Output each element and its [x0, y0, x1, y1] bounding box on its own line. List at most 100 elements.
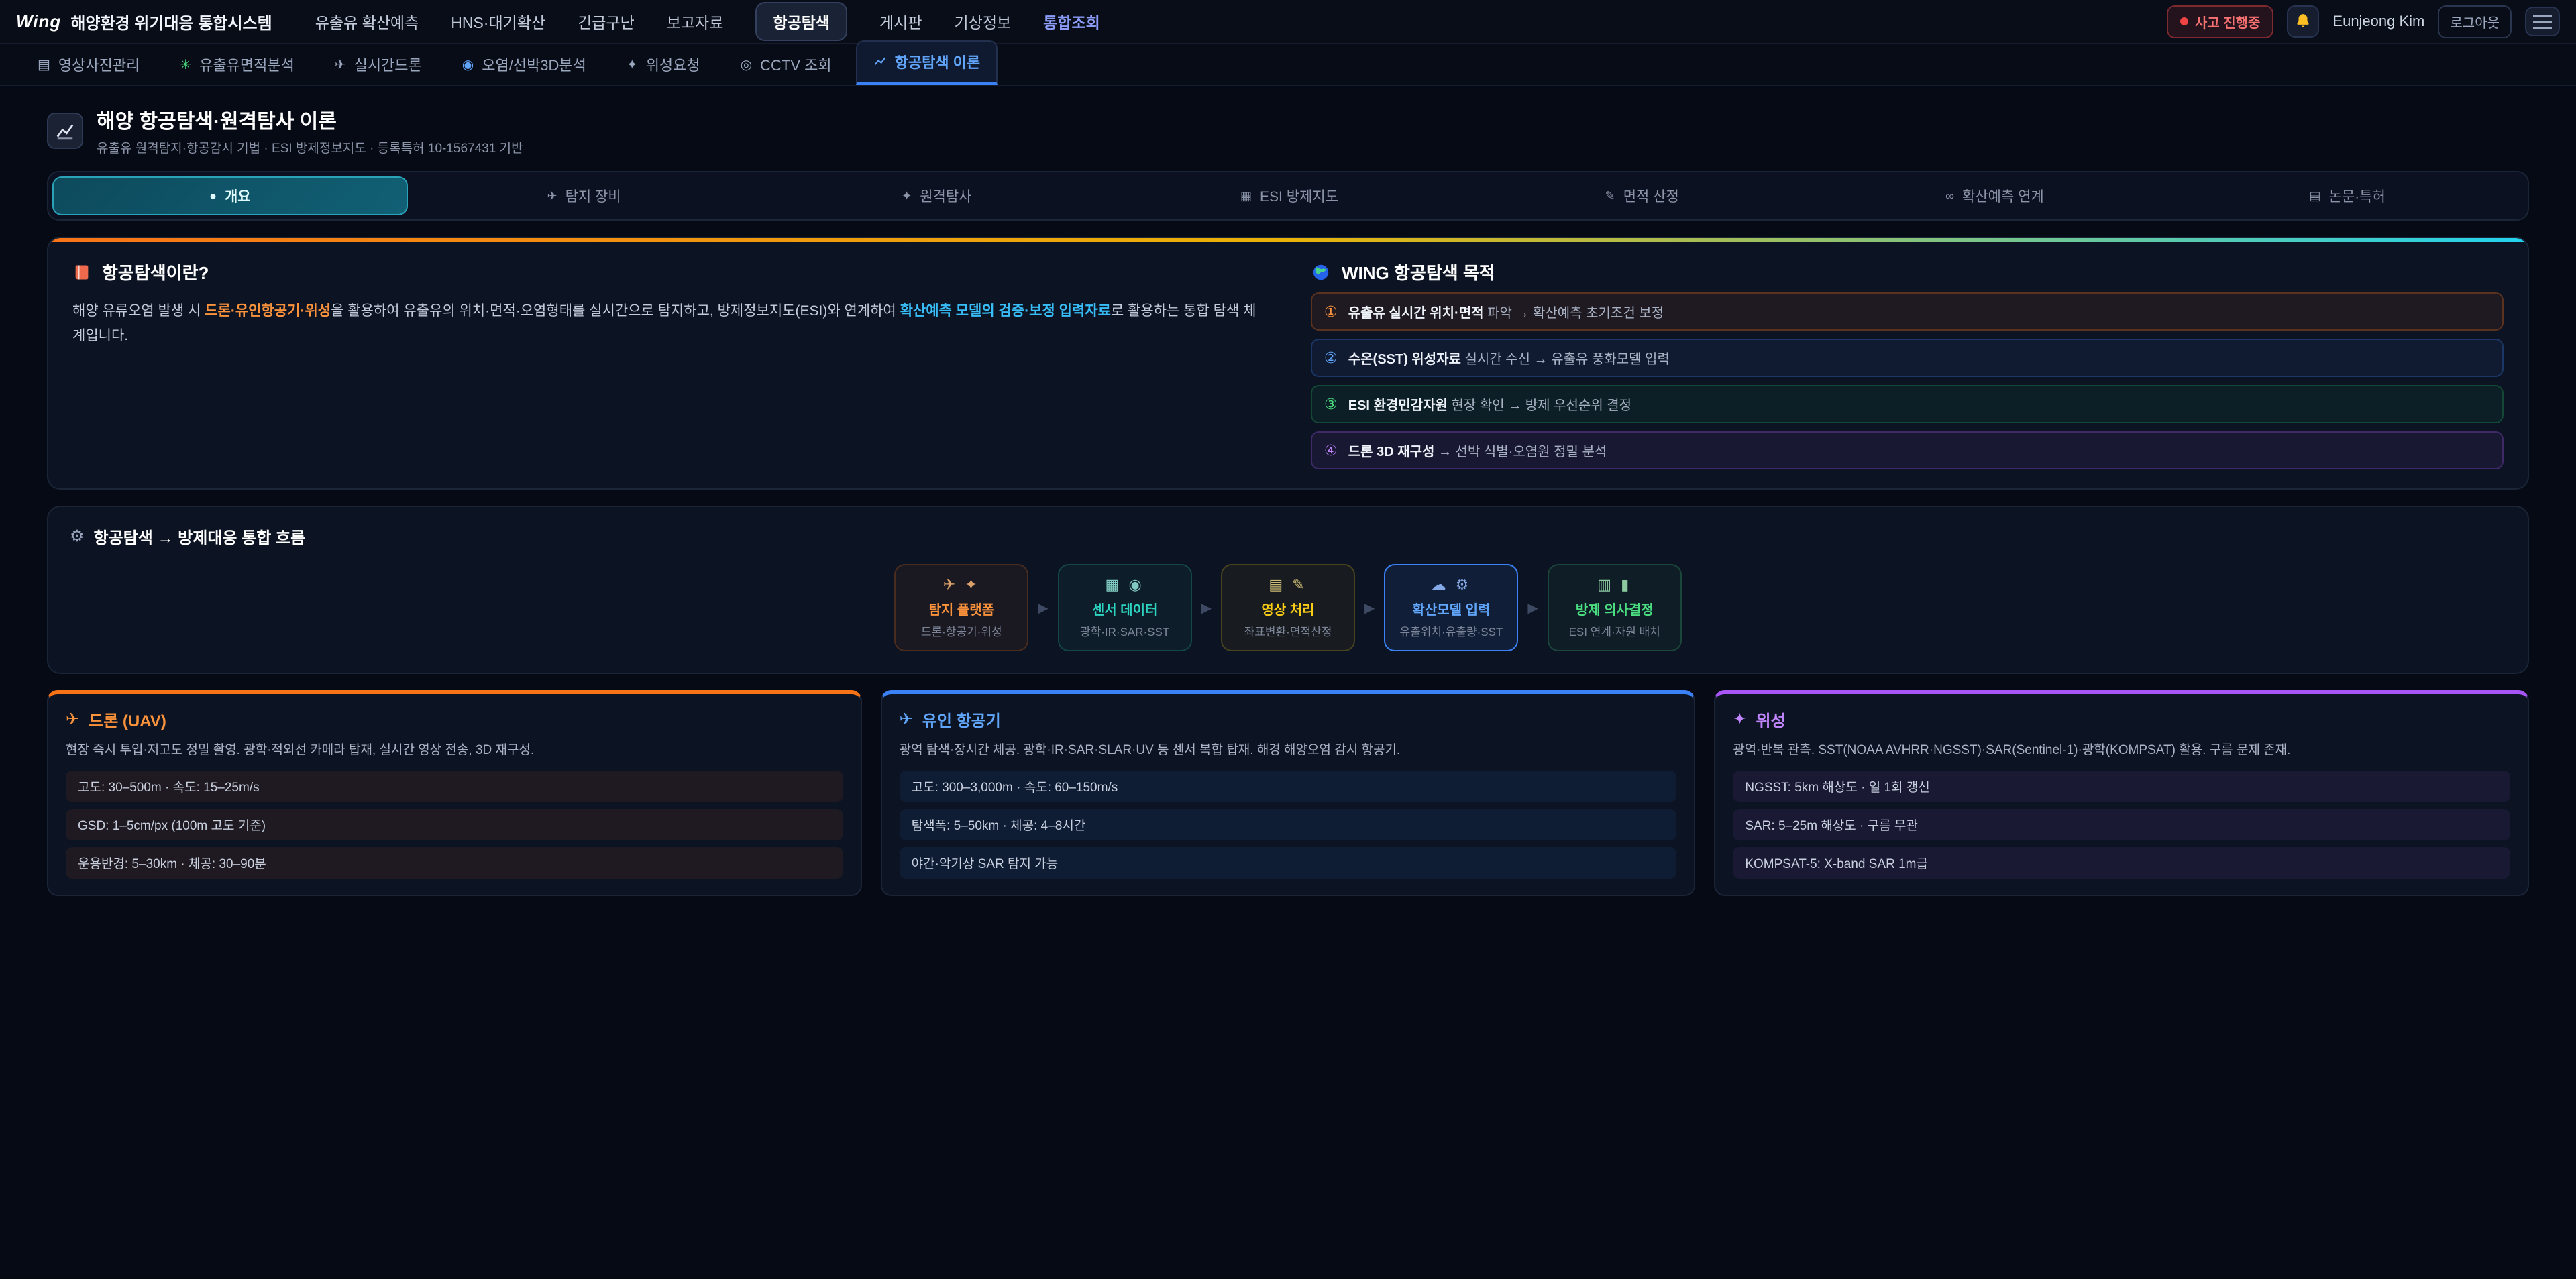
tab-overview[interactable]: ● 개요	[52, 176, 408, 215]
top-navigation: Wing 해양환경 위기대응 통합시스템 유출유 확산예측 HNS·대기확산 긴…	[0, 0, 2576, 44]
tab-area-calculation[interactable]: ✎ 면적 산정	[1466, 176, 1819, 215]
drone-card-title: 드론 (UAV)	[89, 708, 166, 731]
purpose-item-4: ④ 드론 3D 재구성 → 선박 식별·오염원 정밀 분석	[1311, 431, 2504, 469]
chart-icon	[873, 55, 887, 68]
satellite-spec-row: NGSST: 5km 해상도 · 일 1회 갱신	[1733, 771, 2510, 802]
platform-cards: ✈ 드론 (UAV) 현장 즉시 투입·저고도 정밀 촬영. 광학·적외선 카메…	[47, 690, 2529, 923]
page-header: 해양 항공탐색·원격탐사 이론 유출유 원격탐지·항공감시 기법 · ESI 방…	[47, 105, 2529, 156]
tab-prediction-link[interactable]: ∞ 확산예측 연계	[1819, 176, 2171, 215]
nav-item-spill-prediction[interactable]: 유출유 확산예측	[315, 10, 419, 33]
user-name: Eunjeong Kim	[2332, 13, 2424, 30]
flow-arrow-icon: ▶	[1364, 600, 1375, 616]
purpose-number-3: ③	[1324, 396, 1338, 413]
drone-icon: ✈	[66, 710, 79, 729]
logout-button[interactable]: 로그아웃	[2438, 5, 2512, 38]
flow-title: 항공탐색 → 방제대응 통합 흐름	[94, 524, 306, 548]
app-title: 해양환경 위기대응 통합시스템	[70, 10, 272, 34]
menu-button[interactable]	[2525, 7, 2560, 36]
page-subtitle: 유출유 원격탐지·항공감시 기법 · ESI 방제정보지도 · 등록특허 10-…	[97, 138, 523, 156]
page-icon-box	[47, 113, 83, 149]
processing-icons: ▤ ✎	[1229, 576, 1347, 594]
nav-item-board[interactable]: 게시판	[879, 10, 922, 33]
brand: Wing 해양환경 위기대응 통합시스템	[16, 10, 272, 34]
flow-step-model-input: ☁ ⚙ 확산모델 입력 유출위치·유출량·SST	[1384, 564, 1518, 651]
tab-esi-map[interactable]: ▦ ESI 방제지도	[1113, 176, 1466, 215]
satellite-icon: ✦	[902, 189, 912, 203]
drone-spec-row: GSD: 1–5cm/px (100m 고도 기준)	[66, 809, 843, 840]
hamburger-icon	[2533, 15, 2552, 17]
overview-icon: ●	[209, 189, 217, 203]
aircraft-card-desc: 광역 탐색·장시간 체공. 광학·IR·SAR·SLAR·UV 등 센서 복합 …	[900, 740, 1677, 760]
sphere-icon: ◉	[462, 56, 474, 73]
sub-navigation: ▤ 영상사진관리 ✳ 유출유면적분석 ✈ 실시간드론 ◉ 오염/선박3D분석 ✦…	[0, 44, 2576, 86]
platforms-icons: ✈ ✦	[902, 576, 1020, 594]
drone-card: ✈ 드론 (UAV) 현장 즉시 투입·저고도 정밀 촬영. 광학·적외선 카메…	[47, 690, 862, 896]
intro-title-row: 항공탐색이란?	[72, 260, 1265, 284]
flow-step-platforms: ✈ ✦ 탐지 플랫폼 드론·항공기·위성	[894, 564, 1028, 651]
nav-item-weather[interactable]: 기상정보	[955, 10, 1012, 33]
subnav-item-image-management[interactable]: ▤ 영상사진관리	[21, 44, 156, 85]
nav-item-integrated-search[interactable]: 통합조회	[1043, 10, 1100, 33]
drone-card-title-row: ✈ 드론 (UAV)	[66, 708, 843, 731]
satellite-icon: ✦	[1733, 710, 1746, 729]
purpose-title-row: WING 항공탐색 목적	[1311, 260, 2504, 284]
drone-spec-row: 고도: 30–500m · 속도: 15–25m/s	[66, 771, 843, 802]
subnav-item-realtime-drone[interactable]: ✈ 실시간드론	[319, 44, 438, 85]
top-right-actions: 사고 진행중 Eunjeong Kim 로그아웃	[2167, 5, 2560, 38]
main-nav: 유출유 확산예측 HNS·대기확산 긴급구난 보고자료 항공탐색 게시판 기상정…	[315, 2, 2143, 41]
cctv-icon: ◎	[741, 56, 752, 73]
notifications-button[interactable]	[2287, 5, 2319, 38]
nav-item-emergency-rescue[interactable]: 긴급구난	[578, 10, 635, 33]
aircraft-icon: ✈	[900, 710, 913, 729]
tab-papers-patents[interactable]: ▤ 논문·특허	[2171, 176, 2524, 215]
overview-section: 항공탐색이란? 해양 유류오염 발생 시 드론·유인항공기·위성을 활용하여 유…	[47, 237, 2529, 490]
page-title: 해양 항공탐색·원격탐사 이론	[97, 105, 523, 134]
aircraft-card-title-row: ✈ 유인 항공기	[900, 708, 1677, 731]
bell-icon	[2294, 13, 2312, 30]
drone-card-desc: 현장 즉시 투입·저고도 정밀 촬영. 광학·적외선 카메라 탑재, 실시간 영…	[66, 740, 843, 760]
purpose-column: WING 항공탐색 목적 ① 유출유 실시간 위치·면적 파악 → 확산예측 초…	[1311, 260, 2504, 469]
purpose-item-2: ② 수온(SST) 위성자료 실시간 수신 → 유출유 풍화모델 입력	[1311, 339, 2504, 377]
subnav-item-cctv[interactable]: ◎ CCTV 조회	[724, 44, 848, 85]
sensor-icons: ▦ ◉	[1066, 576, 1184, 594]
trend-chart-icon	[55, 121, 75, 141]
tab-detection-equipment[interactable]: ✈ 탐지 장비	[408, 176, 761, 215]
aircraft-card-title: 유인 항공기	[922, 708, 1001, 731]
incident-status-badge[interactable]: 사고 진행중	[2167, 5, 2274, 38]
flow-arrow-icon: ▶	[1527, 600, 1538, 616]
tab-remote-sensing[interactable]: ✦ 원격탐사	[760, 176, 1113, 215]
flow-section: ⚙ 항공탐색 → 방제대응 통합 흐름 ✈ ✦ 탐지 플랫폼 드론·항공기·위성…	[47, 506, 2529, 674]
satellite-card-desc: 광역·반복 관측. SST(NOAA AVHRR·NGSST)·SAR(Sent…	[1733, 740, 2510, 760]
app-root: Wing 해양환경 위기대응 통합시스템 유출유 확산예측 HNS·대기확산 긴…	[0, 0, 2576, 1278]
model-icons: ☁ ⚙	[1392, 576, 1510, 594]
globe-icon	[1311, 262, 1331, 282]
satellite-spec-row: KOMPSAT-5: X-band SAR 1m급	[1733, 847, 2510, 879]
intro-paragraph: 해양 유류오염 발생 시 드론·유인항공기·위성을 활용하여 유출유의 위치·면…	[72, 299, 1265, 349]
aircraft-spec-row: 고도: 300–3,000m · 속도: 60–150m/s	[900, 771, 1677, 802]
subnav-item-oil-area-analysis[interactable]: ✳ 유출유면적분석	[164, 44, 310, 85]
nav-item-hns-diffusion[interactable]: HNS·대기확산	[451, 10, 545, 33]
flow-diagram: ✈ ✦ 탐지 플랫폼 드론·항공기·위성 ▶ ▦ ◉ 센서 데이터 광학·IR·…	[70, 564, 2506, 651]
theory-tab-bar: ● 개요 ✈ 탐지 장비 ✦ 원격탐사 ▦ ESI 방제지도 ✎ 면적 산정 ∞…	[47, 171, 2529, 221]
nav-item-reports[interactable]: 보고자료	[667, 10, 724, 33]
link-icon: ∞	[1945, 189, 1954, 203]
purpose-number-4: ④	[1324, 442, 1338, 459]
subnav-item-aerial-theory[interactable]: 항공탐색 이론	[856, 40, 998, 85]
flow-step-response-decision: ▥ ▮ 방제 의사결정 ESI 연계·자원 배치	[1548, 564, 1682, 651]
flow-step-sensor-data: ▦ ◉ 센서 데이터 광학·IR·SAR·SST	[1058, 564, 1192, 651]
subnav-item-pollution-3d[interactable]: ◉ 오염/선박3D분석	[446, 44, 602, 85]
documents-icon: ▤	[2310, 189, 2321, 203]
gear-icon: ⚙	[70, 526, 85, 546]
flow-arrow-icon: ▶	[1201, 600, 1212, 616]
intro-title: 항공탐색이란?	[102, 260, 209, 284]
subnav-item-satellite-request[interactable]: ✦ 위성요청	[610, 44, 716, 85]
purpose-item-1: ① 유출유 실시간 위치·면적 파악 → 확산예측 초기조건 보정	[1311, 292, 2504, 331]
flow-arrow-icon: ▶	[1038, 600, 1048, 616]
book-icon	[72, 263, 91, 282]
nav-item-aerial-search[interactable]: 항공탐색	[755, 2, 847, 41]
map-icon: ▦	[1240, 189, 1252, 203]
aircraft-spec-row: 야간·악기상 SAR 탐지 가능	[900, 847, 1677, 879]
purpose-title: WING 항공탐색 목적	[1342, 260, 1495, 284]
drone-icon: ✈	[335, 56, 346, 73]
incident-label: 사고 진행중	[2195, 12, 2261, 32]
